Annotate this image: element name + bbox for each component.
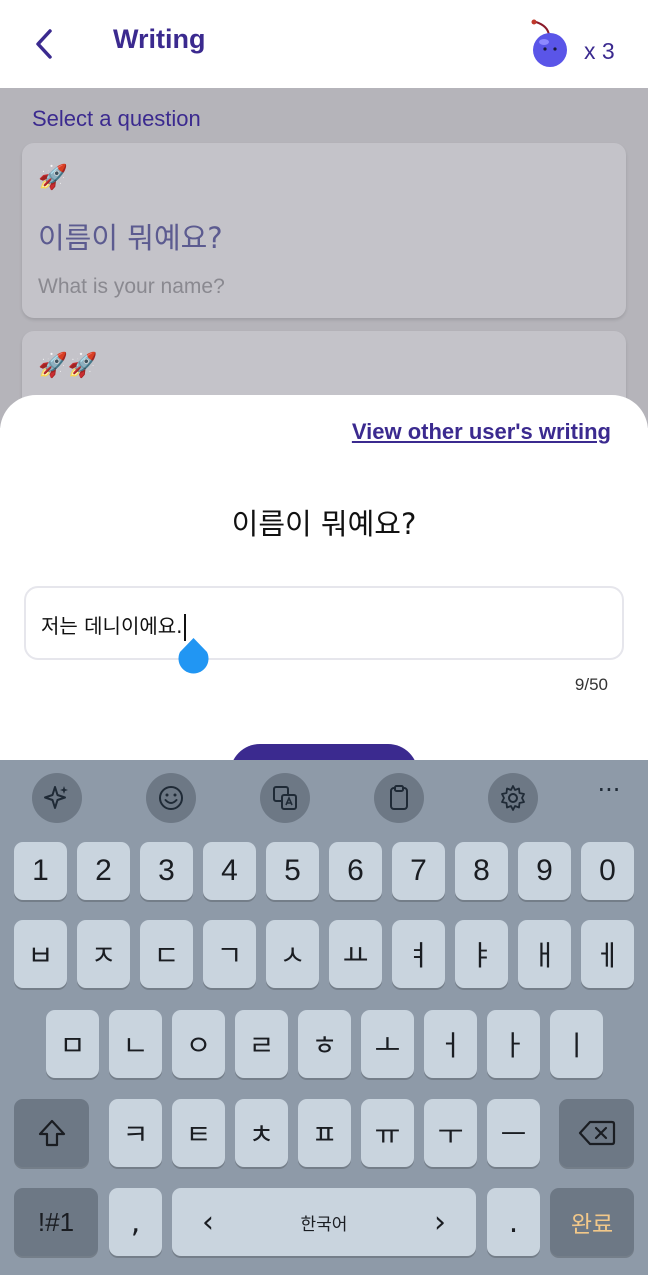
key-nieun[interactable]: ㄴ bbox=[109, 1010, 162, 1078]
character-counter: 9/50 bbox=[574, 675, 608, 694]
key-2[interactable]: 2 bbox=[77, 842, 130, 900]
cherry-icon bbox=[531, 19, 567, 67]
space-language-label: 한국어 bbox=[300, 1214, 348, 1235]
backspace-key[interactable] bbox=[559, 1099, 634, 1167]
key-5[interactable]: 5 bbox=[266, 842, 319, 900]
cursor-right-icon: › bbox=[433, 1204, 446, 1240]
clipboard-icon[interactable] bbox=[374, 773, 424, 823]
back-arrow-icon[interactable] bbox=[30, 26, 60, 62]
key-chieut[interactable]: ㅊ bbox=[235, 1099, 288, 1167]
key-yu[interactable]: ㅠ bbox=[361, 1099, 414, 1167]
key-ieung[interactable]: ㅇ bbox=[172, 1010, 225, 1078]
key-7[interactable]: 7 bbox=[392, 842, 445, 900]
key-3[interactable]: 3 bbox=[140, 842, 193, 900]
answer-input[interactable]: 저는 데니이에요. bbox=[24, 586, 624, 660]
sheet-question: 이름이 뭐예요? bbox=[231, 507, 417, 541]
key-a[interactable]: ㅏ bbox=[487, 1010, 540, 1078]
done-key[interactable]: 완료 bbox=[550, 1188, 634, 1256]
virtual-keyboard: ··· 1 2 3 4 5 6 7 8 9 0 ㅂ ㅈ ㄷ ㄱ ㅅ ㅛ ㅕ ㅑ … bbox=[0, 760, 648, 1275]
translate-icon[interactable] bbox=[260, 773, 310, 823]
key-9[interactable]: 9 bbox=[518, 842, 571, 900]
key-o[interactable]: ㅗ bbox=[361, 1010, 414, 1078]
view-other-writing-link[interactable]: View other user's writing bbox=[352, 419, 611, 445]
select-question-label: Select a question bbox=[32, 106, 201, 131]
key-8[interactable]: 8 bbox=[455, 842, 508, 900]
key-yo[interactable]: ㅛ bbox=[329, 920, 382, 988]
key-i[interactable]: ㅣ bbox=[550, 1010, 603, 1078]
key-jieut[interactable]: ㅈ bbox=[77, 920, 130, 988]
writing-sheet: View other user's writing 이름이 뭐예요? 저는 데니… bbox=[0, 395, 648, 804]
key-e[interactable]: ㅔ bbox=[581, 920, 634, 988]
question-list: Select a question 🚀 이름이 뭐예요? What is you… bbox=[0, 88, 648, 451]
rocket-icon: 🚀 bbox=[38, 163, 68, 191]
answer-text: 저는 데니이에요. bbox=[41, 614, 183, 638]
key-u[interactable]: ㅜ bbox=[424, 1099, 477, 1167]
text-cursor bbox=[183, 614, 186, 641]
key-yeo[interactable]: ㅕ bbox=[392, 920, 445, 988]
cursor-handle-icon[interactable] bbox=[176, 638, 211, 676]
card-question-korean: 이름이 뭐예요? bbox=[38, 221, 223, 255]
page-title: Writing bbox=[113, 24, 206, 54]
symbols-key[interactable]: !#1 bbox=[14, 1188, 98, 1256]
key-1[interactable]: 1 bbox=[14, 842, 67, 900]
key-bieup[interactable]: ㅂ bbox=[14, 920, 67, 988]
cursor-left-icon: ‹ bbox=[202, 1204, 214, 1240]
key-0[interactable]: 0 bbox=[581, 842, 634, 900]
key-6[interactable]: 6 bbox=[329, 842, 382, 900]
cherry-count: x 3 bbox=[584, 38, 615, 64]
key-ya[interactable]: ㅑ bbox=[455, 920, 508, 988]
more-options-icon[interactable]: ··· bbox=[592, 776, 626, 816]
shift-icon bbox=[38, 1119, 65, 1147]
key-mieum[interactable]: ㅁ bbox=[46, 1010, 99, 1078]
rocket-icon: 🚀🚀 bbox=[38, 351, 98, 379]
space-key[interactable]: ‹ 한국어 › bbox=[172, 1188, 476, 1256]
settings-icon[interactable] bbox=[488, 773, 538, 823]
key-hieut[interactable]: ㅎ bbox=[298, 1010, 351, 1078]
sparkle-icon[interactable] bbox=[32, 773, 82, 823]
key-rieul[interactable]: ㄹ bbox=[235, 1010, 288, 1078]
key-ae[interactable]: ㅐ bbox=[518, 920, 571, 988]
card-question-english: What is your name? bbox=[38, 275, 225, 298]
comma-key[interactable]: , bbox=[109, 1188, 162, 1256]
question-card[interactable]: 🚀 이름이 뭐예요? What is your name? bbox=[22, 143, 626, 318]
emoji-icon[interactable] bbox=[146, 773, 196, 823]
key-tieut[interactable]: ㅌ bbox=[172, 1099, 225, 1167]
key-giyeok[interactable]: ㄱ bbox=[203, 920, 256, 988]
key-pieup[interactable]: ㅍ bbox=[298, 1099, 351, 1167]
key-kieuk[interactable]: ㅋ bbox=[109, 1099, 162, 1167]
key-digeut[interactable]: ㄷ bbox=[140, 920, 193, 988]
app-header: Writing x 3 bbox=[0, 0, 648, 88]
key-4[interactable]: 4 bbox=[203, 842, 256, 900]
shift-key[interactable] bbox=[14, 1099, 89, 1167]
key-eu[interactable]: ㅡ bbox=[487, 1099, 540, 1167]
period-key[interactable]: . bbox=[487, 1188, 540, 1256]
key-siot[interactable]: ㅅ bbox=[266, 920, 319, 988]
backspace-icon bbox=[578, 1120, 615, 1146]
key-eo[interactable]: ㅓ bbox=[424, 1010, 477, 1078]
